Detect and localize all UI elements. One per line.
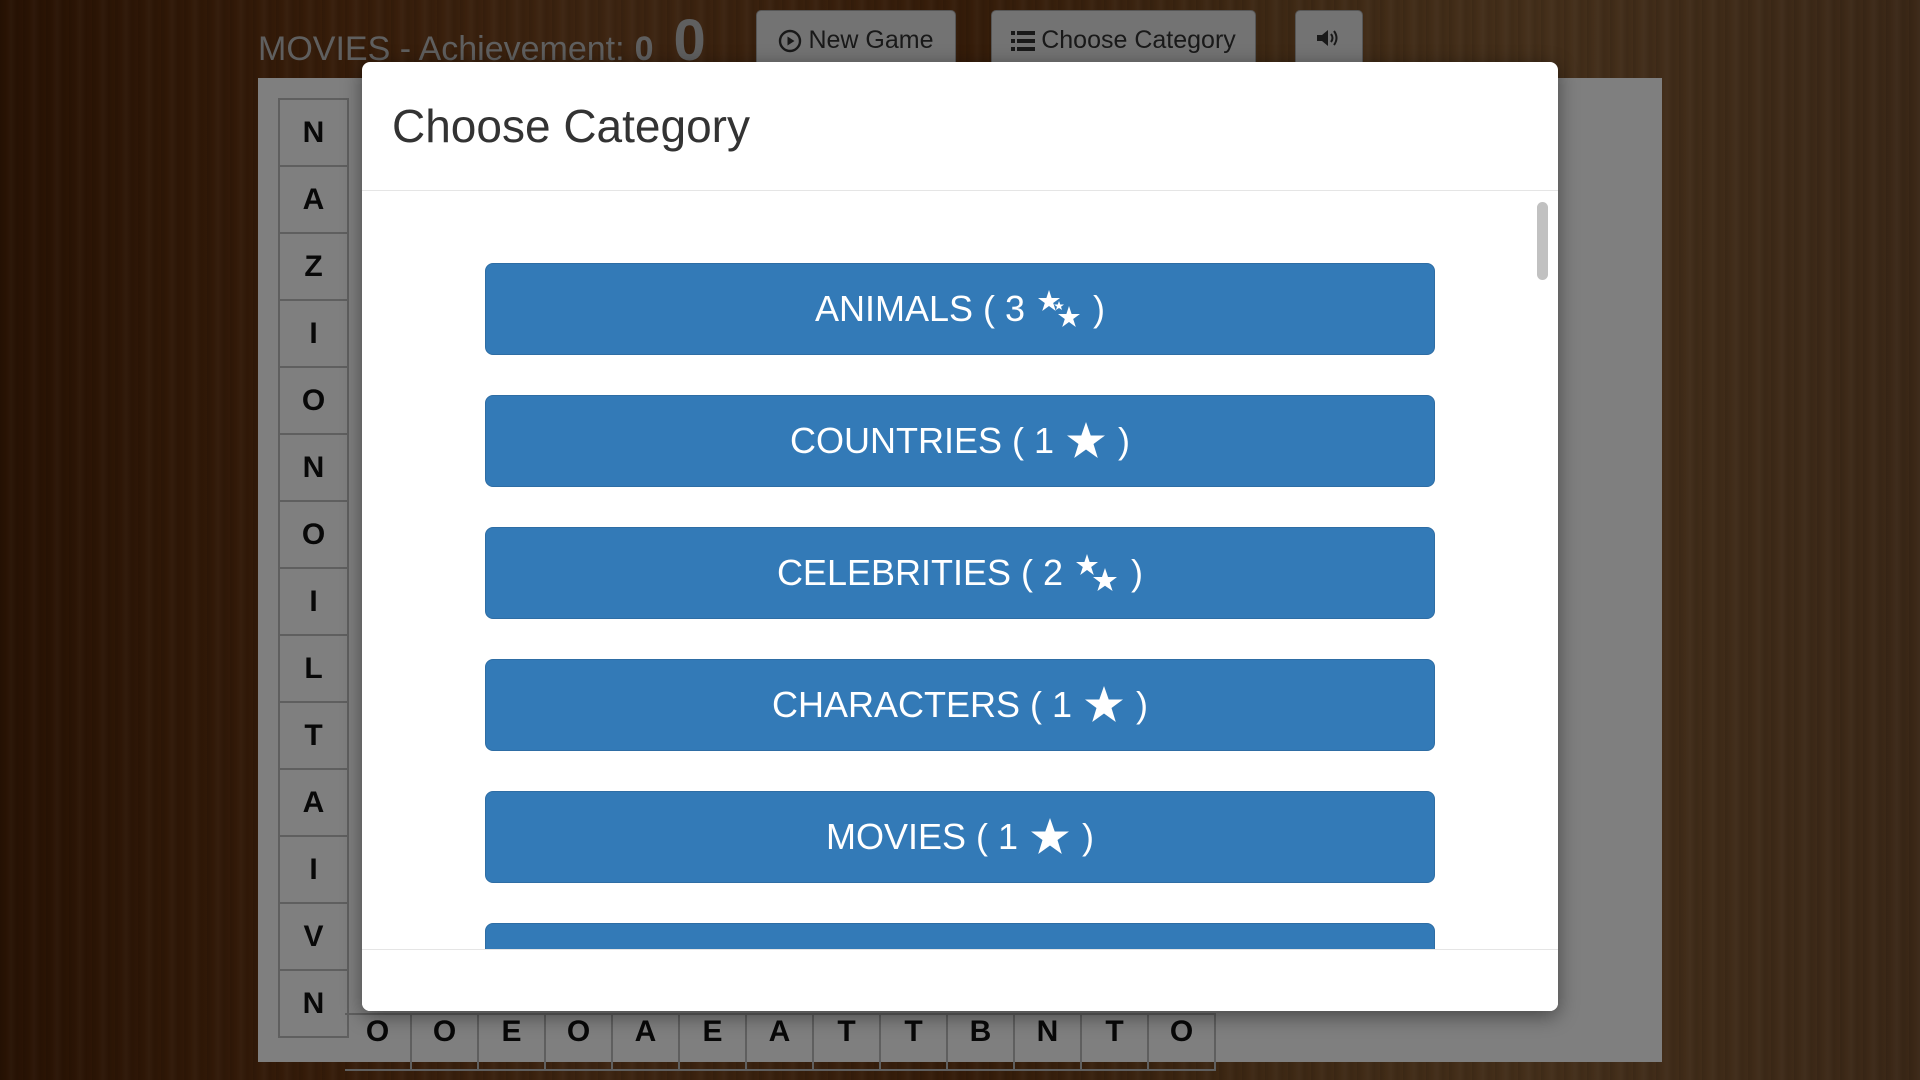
modal-scrollbar-thumb[interactable] [1537,202,1548,280]
category-star-count: 1 [998,816,1019,857]
category-button-countries[interactable]: COUNTRIES ( 1 ) [485,395,1435,487]
category-star-count: 3 [1005,288,1026,329]
category-name: ANIMALS [814,288,973,329]
stars-multi-icon [1037,289,1081,329]
choose-category-modal: Choose Category ANIMALS ( 3 ) COUNTRIES … [362,62,1558,1011]
category-button-animals[interactable]: ANIMALS ( 3 ) [485,263,1435,355]
star-icon [1066,421,1106,461]
modal-footer [362,949,1558,1011]
category-button-celebrities[interactable]: CELEBRITIES ( 2 ) [485,527,1435,619]
category-button-partial[interactable] [485,923,1435,949]
modal-header: Choose Category [362,62,1558,191]
category-button-movies[interactable]: MOVIES ( 1 ) [485,791,1435,883]
category-star-count: 1 [1033,420,1055,461]
category-star-count: 1 [1052,684,1073,725]
star-icon [1030,817,1070,857]
stars-multi-icon [1075,553,1119,593]
star-icon [1084,685,1124,725]
category-name: CHARACTERS [771,684,1020,725]
category-button-characters[interactable]: CHARACTERS ( 1 ) [485,659,1435,751]
category-list: ANIMALS ( 3 ) COUNTRIES ( 1 ) CELEBRITIE… [485,263,1435,949]
category-name: COUNTRIES [789,420,1002,461]
modal-body[interactable]: ANIMALS ( 3 ) COUNTRIES ( 1 ) CELEBRITIE… [362,192,1558,949]
modal-title: Choose Category [392,100,750,152]
category-name: MOVIES [825,816,966,857]
category-star-count: 2 [1043,552,1064,593]
category-name: CELEBRITIES [776,552,1012,593]
